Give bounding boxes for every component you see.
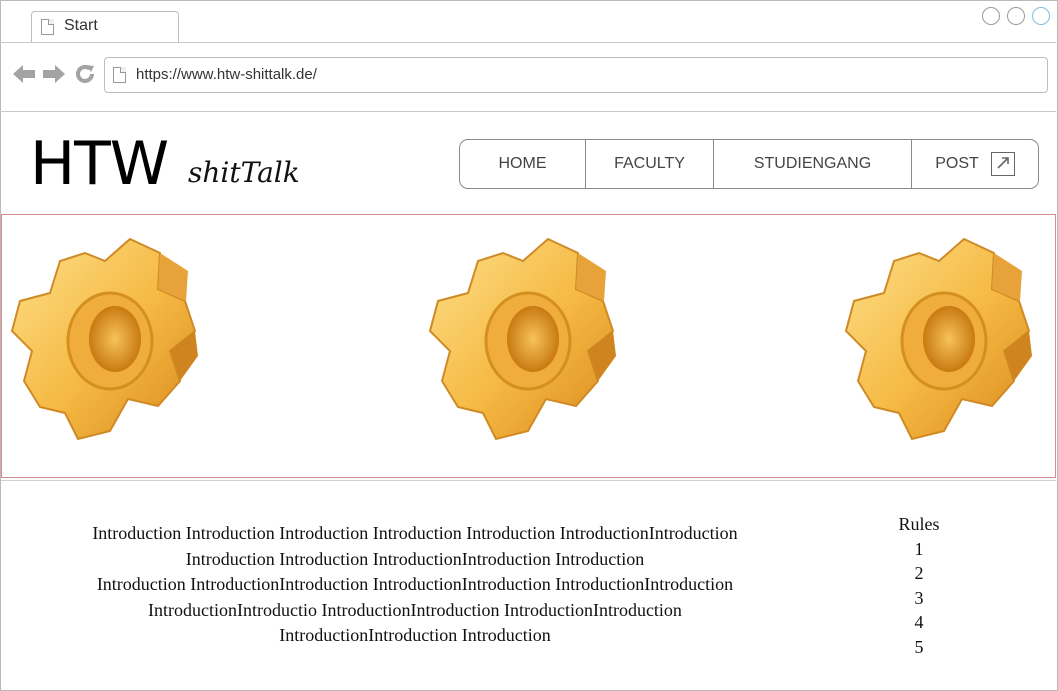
close-window-icon[interactable] xyxy=(1032,7,1050,25)
url-input[interactable]: https://www.htw-shittalk.de/ xyxy=(104,57,1048,93)
nav-post[interactable]: POST xyxy=(912,140,1038,188)
logo-subtitle: shitTalk xyxy=(188,156,300,189)
document-icon xyxy=(41,19,54,35)
maximize-window-icon[interactable] xyxy=(1007,7,1025,25)
page-icon xyxy=(113,67,126,83)
rules-title: Rules xyxy=(898,514,940,534)
address-bar-row: https://www.htw-shittalk.de/ xyxy=(0,43,1056,112)
intro-line: IntroductionIntroduction Introduction xyxy=(279,625,551,645)
url-text: https://www.htw-shittalk.de/ xyxy=(136,66,317,83)
forward-icon[interactable] xyxy=(42,63,66,90)
refresh-icon[interactable] xyxy=(74,63,96,90)
introduction-text: Introduction Introduction Introduction I… xyxy=(20,521,810,649)
nav-faculty-label: FACULTY xyxy=(614,155,685,172)
rule-item: 5 xyxy=(914,636,924,657)
nav-home-label: HOME xyxy=(498,155,547,172)
rules-list: Rules 1 2 3 4 5 xyxy=(880,512,958,659)
rule-item: 1 xyxy=(914,538,924,559)
gear-icon xyxy=(428,237,616,441)
nav-faculty[interactable]: FACULTY xyxy=(586,140,714,188)
banner xyxy=(1,214,1056,478)
rule-item: 2 xyxy=(914,563,924,583)
external-link-icon xyxy=(990,152,1015,176)
tab-bar: Start xyxy=(0,0,1056,43)
nav-post-label: POST xyxy=(935,155,979,172)
nav-studiengang[interactable]: STUDIENGANG xyxy=(714,140,912,188)
tab-title: Start xyxy=(64,17,98,34)
tab-start[interactable]: Start xyxy=(31,11,179,42)
rule-item: 4 xyxy=(914,612,924,632)
gear-icon xyxy=(844,237,1032,441)
intro-line: IntroductionIntroductio IntroductionIntr… xyxy=(148,599,682,620)
main-navigation: HOME FACULTY STUDIENGANG POST xyxy=(459,139,1039,189)
minimize-window-icon[interactable] xyxy=(982,7,1000,25)
intro-line: Introduction IntroductionIntroduction In… xyxy=(96,574,734,594)
intro-line: Introduction Introduction Introduction I… xyxy=(92,523,738,543)
nav-home[interactable]: HOME xyxy=(460,140,586,188)
nav-studiengang-label: STUDIENGANG xyxy=(753,155,872,172)
divider xyxy=(1,480,1056,481)
back-icon[interactable] xyxy=(12,63,36,90)
gear-icon xyxy=(10,237,198,441)
logo-title: HTW xyxy=(30,129,169,199)
rule-item: 3 xyxy=(914,587,924,608)
intro-line: Introduction Introduction IntroductionIn… xyxy=(185,548,645,569)
